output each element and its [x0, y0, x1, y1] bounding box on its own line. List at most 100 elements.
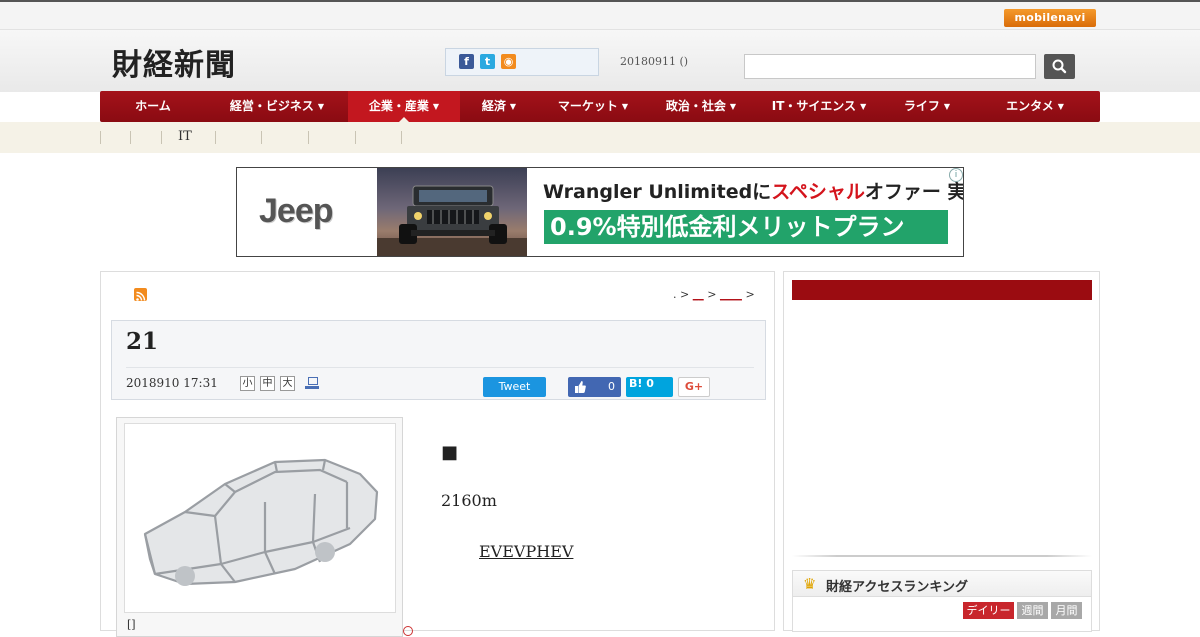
divider	[100, 131, 101, 144]
facebook-icon[interactable]: f	[459, 54, 474, 69]
post-date: 2018910 17:31	[126, 376, 218, 390]
ranking-title: 財経アクセスランキング	[826, 580, 968, 595]
nav-label: 政治・社会	[665, 99, 726, 113]
nav-label: マーケット	[557, 99, 618, 113]
sub-nav: IT	[0, 122, 1200, 153]
breadcrumb-link[interactable]: ____	[720, 288, 742, 301]
font-size-large-button[interactable]: 大	[280, 376, 295, 391]
article-header: 21 2018910 17:31 小 中 大 Tweet 0 B! 0 G+	[111, 320, 766, 400]
tab-monthly[interactable]: 月間	[1051, 602, 1082, 619]
nav-label: ホーム	[135, 99, 171, 113]
nav-business[interactable]: 経営・ビジネス ▼	[206, 91, 348, 122]
font-size-small-button[interactable]: 小	[240, 376, 255, 391]
nav-label: 企業・産業	[368, 99, 429, 113]
nav-label: IT・サイエンス	[771, 99, 857, 113]
nav-politics[interactable]: 政治・社会 ▼	[648, 91, 754, 122]
chevron-down-icon: ▼	[509, 102, 517, 111]
subnav-item-it[interactable]: IT	[178, 129, 192, 144]
divider	[792, 555, 1092, 557]
nav-it-science[interactable]: IT・サイエンス ▼	[754, 91, 884, 122]
article-title: 21	[126, 328, 159, 355]
car-body-image[interactable]	[124, 423, 396, 613]
article-link[interactable]: EVEVPHEV	[479, 542, 631, 561]
ranking-header: ♛ 財経アクセスランキング	[793, 571, 1091, 597]
crown-icon: ♛	[803, 575, 817, 593]
search-icon	[1052, 59, 1067, 74]
ad-banner[interactable]: Jeep Wrangler Unlimitedにスペシャルオファー 実施中 0.…	[236, 167, 964, 257]
nav-market[interactable]: マーケット ▼	[538, 91, 648, 122]
ad-offer: 0.9%特別低金利メリットプラン	[544, 210, 948, 244]
social-links: f t ◉	[445, 48, 599, 76]
breadcrumb: . > __ > ____ >	[673, 288, 755, 301]
rss-icon[interactable]	[134, 288, 147, 301]
top-strip: mobilenavi	[0, 0, 1200, 30]
article-figure: []	[116, 417, 403, 637]
breadcrumb-separator: >	[707, 288, 717, 301]
paragraph-marker: ■	[441, 442, 459, 463]
nav-label: ライフ	[903, 99, 940, 113]
jeep-image	[377, 185, 527, 256]
chevron-down-icon: ▼	[860, 102, 867, 111]
like-count: 0	[608, 380, 615, 393]
facebook-like-button[interactable]: 0	[568, 377, 621, 397]
search-button[interactable]	[1044, 54, 1075, 79]
twitter-icon[interactable]: t	[480, 54, 495, 69]
chevron-down-icon: ▼	[432, 102, 440, 111]
nav-economy[interactable]: 経済 ▼	[460, 91, 538, 122]
site-header: 財経新聞 f t ◉ 20180911 ()	[0, 30, 1200, 92]
info-icon[interactable]	[403, 626, 413, 636]
nav-home[interactable]: ホーム	[100, 91, 206, 122]
nav-label: エンタメ	[1006, 99, 1054, 113]
chevron-down-icon: ▼	[943, 102, 951, 111]
nav-life[interactable]: ライフ ▼	[884, 91, 970, 122]
mobilenavi-link[interactable]: mobilenavi	[1004, 9, 1096, 27]
thumbs-up-icon	[575, 381, 586, 393]
rss-icon[interactable]: ◉	[501, 54, 516, 69]
divider	[215, 131, 216, 144]
article-column: . > __ > ____ > 21 2018910 17:31 小 中 大 T…	[100, 271, 775, 637]
nav-industry[interactable]: 企業・産業 ▼	[348, 91, 460, 122]
ad-brand-logo: Jeep	[259, 192, 333, 230]
main-nav: ホーム 経営・ビジネス ▼ 企業・産業 ▼ 経済 ▼ マーケット ▼ 政治・社会 ▼ IT…	[100, 91, 1100, 122]
site-logo[interactable]: 財経新聞	[112, 40, 236, 84]
nav-label: 経営・ビジネス	[229, 99, 314, 113]
ad-headline-part: 実施中	[941, 181, 963, 203]
divider	[355, 131, 356, 144]
ad-headline: Wrangler Unlimitedにスペシャルオファー 実施中	[543, 177, 963, 204]
tab-daily[interactable]: デイリー	[963, 602, 1014, 619]
tab-weekly[interactable]: 週間	[1017, 602, 1048, 619]
access-ranking: ♛ 財経アクセスランキング デイリー 週間 月間	[792, 570, 1092, 632]
nav-entertainment[interactable]: エンタメ ▼	[970, 91, 1100, 122]
divider	[161, 131, 162, 144]
sidebar-header-bar	[792, 280, 1092, 300]
divider	[130, 131, 131, 144]
tweet-button[interactable]: Tweet	[483, 377, 546, 397]
ad-headline-part: オファー	[864, 181, 941, 203]
google-plus-button[interactable]: G+	[678, 377, 710, 397]
rss-glyph	[136, 291, 146, 301]
nav-label: 経済	[481, 99, 506, 113]
sidebar: ♛ 財経アクセスランキング デイリー 週間 月間	[783, 271, 1100, 632]
hatena-bookmark-button[interactable]: B! 0	[626, 377, 673, 397]
chevron-down-icon: ▼	[729, 102, 737, 111]
search-input[interactable]	[744, 54, 1036, 79]
breadcrumb-link[interactable]: __	[693, 288, 704, 301]
ad-vehicle-photo	[377, 168, 527, 256]
ad-info-icon[interactable]: i	[949, 168, 963, 182]
breadcrumb-prefix: . >	[673, 288, 690, 301]
divider	[261, 131, 262, 144]
current-date: 20180911 ()	[620, 55, 689, 68]
ad-headline-part: Wrangler Unlimitedに	[543, 181, 772, 203]
chevron-down-icon: ▼	[621, 102, 629, 111]
car-body-illustration	[143, 458, 379, 586]
divider	[126, 367, 754, 368]
breadcrumb-separator: >	[745, 288, 755, 301]
article-paragraph: 2160m	[441, 491, 497, 510]
chevron-down-icon: ▼	[317, 102, 325, 111]
divider	[308, 131, 309, 144]
chevron-down-icon: ▼	[1057, 102, 1064, 111]
print-icon[interactable]	[305, 377, 319, 389]
font-size-medium-button[interactable]: 中	[260, 376, 275, 391]
divider	[401, 131, 402, 144]
ad-headline-highlight: スペシャル	[771, 181, 865, 203]
